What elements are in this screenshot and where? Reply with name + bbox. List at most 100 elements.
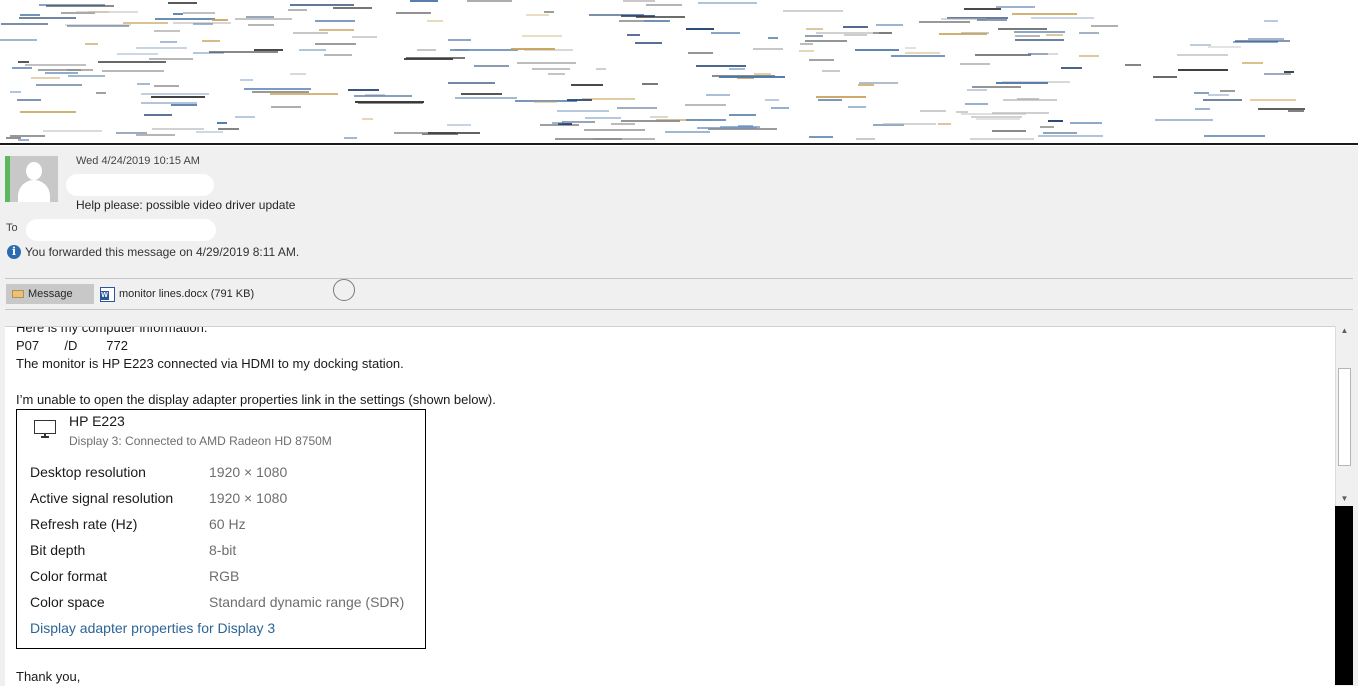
glitch-line xyxy=(18,61,29,63)
glitch-line xyxy=(123,22,168,24)
glitch-line xyxy=(729,114,756,116)
glitch-line xyxy=(905,47,916,49)
glitch-line xyxy=(427,20,443,22)
divider xyxy=(5,309,1353,310)
glitch-line xyxy=(235,116,255,118)
glitch-line xyxy=(136,134,175,136)
window-edge xyxy=(1353,326,1358,685)
glitch-line xyxy=(1091,25,1118,27)
attachment-name: monitor lines.docx (791 KB) xyxy=(119,288,255,300)
setting-label: Active signal resolution xyxy=(30,490,174,506)
glitch-line xyxy=(151,96,205,98)
glitch-line xyxy=(706,94,730,96)
glitch-line xyxy=(1032,53,1058,55)
glitch-line xyxy=(644,20,670,22)
glitch-line xyxy=(46,5,114,7)
glitch-line xyxy=(1288,110,1304,112)
glitch-line xyxy=(939,33,987,35)
glitch-line xyxy=(642,83,658,85)
glitch-line xyxy=(1079,55,1099,57)
display-adapter-link[interactable]: Display adapter properties for Display 3 xyxy=(30,620,275,636)
glitch-line xyxy=(98,61,166,63)
glitch-line xyxy=(977,19,1007,21)
glitch-line xyxy=(396,12,431,14)
glitch-line xyxy=(686,28,714,30)
envelope-icon xyxy=(12,290,24,298)
glitch-line xyxy=(1235,40,1290,42)
glitch-line xyxy=(344,137,357,139)
info-icon: i xyxy=(7,245,21,259)
glitch-line xyxy=(956,111,968,113)
glitch-line xyxy=(290,73,306,75)
body-line: P07 /D 772 xyxy=(16,338,128,353)
glitch-line xyxy=(31,77,60,79)
message-subject: Help please: possible video driver updat… xyxy=(76,198,296,212)
message-tab[interactable]: Message xyxy=(6,284,94,304)
glitch-line xyxy=(315,43,356,45)
glitch-line xyxy=(96,92,106,94)
glitch-line xyxy=(1258,108,1305,110)
glitch-line xyxy=(450,49,518,51)
glitch-line xyxy=(1178,69,1228,71)
glitch-line xyxy=(1079,32,1099,34)
glitch-line xyxy=(299,49,326,51)
glitch-line xyxy=(6,137,21,139)
glitch-line xyxy=(688,52,713,54)
glitch-line xyxy=(1017,98,1039,100)
glitch-line xyxy=(152,128,204,130)
glitch-line xyxy=(522,35,562,37)
setting-value: 60 Hz xyxy=(209,516,246,532)
glitch-line xyxy=(883,123,936,125)
glitch-line xyxy=(404,58,453,60)
glitch-line xyxy=(244,88,311,90)
glitch-line xyxy=(1264,20,1278,22)
glitch-line xyxy=(271,106,301,108)
glitch-line xyxy=(461,93,502,95)
glitch-line xyxy=(562,121,595,123)
glitch-line xyxy=(891,55,945,57)
scroll-down-icon[interactable]: ▼ xyxy=(1338,494,1351,504)
message-body[interactable]: Here is my computer information: P07 /D … xyxy=(5,326,1335,686)
glitch-line xyxy=(85,43,98,45)
glitch-line xyxy=(1242,62,1263,64)
glitch-line xyxy=(155,18,215,20)
glitch-line xyxy=(975,54,1031,56)
glitch-line xyxy=(1194,92,1209,94)
glitch-line xyxy=(765,99,779,101)
glitch-line xyxy=(25,64,86,66)
glitch-line xyxy=(822,70,840,72)
vertical-scrollbar[interactable]: ▲ ▼ xyxy=(1335,326,1353,506)
scrollbar-thumb[interactable] xyxy=(1338,368,1351,466)
glitch-line xyxy=(805,40,847,42)
glitch-line xyxy=(1070,122,1102,124)
message-tab-label: Message xyxy=(28,288,73,300)
glitch-line xyxy=(136,47,187,49)
glitch-line xyxy=(809,136,833,138)
glitch-line xyxy=(938,123,951,125)
body-line: Thank you, xyxy=(16,669,81,684)
glitch-line xyxy=(173,22,231,24)
setting-label: Color format xyxy=(30,568,108,584)
user-avatar-icon[interactable] xyxy=(10,156,58,202)
glitch-line xyxy=(141,93,209,95)
glitch-line xyxy=(1125,64,1141,66)
scroll-up-icon[interactable]: ▲ xyxy=(1338,326,1351,336)
glitch-line xyxy=(650,116,668,118)
glitch-line xyxy=(753,48,783,50)
glitch-line xyxy=(160,41,177,43)
glitch-line xyxy=(217,122,227,124)
glitch-line xyxy=(18,139,29,141)
glitch-line xyxy=(1208,94,1229,96)
glitch-line xyxy=(1177,54,1228,56)
glitch-line xyxy=(168,2,197,4)
glitch-line xyxy=(584,129,645,131)
glitch-line xyxy=(617,107,657,109)
glitch-line xyxy=(137,83,150,85)
glitch-line xyxy=(270,93,338,95)
glitch-line xyxy=(596,68,606,70)
glitch-line xyxy=(428,132,480,134)
glitch-line xyxy=(202,40,220,42)
setting-label: Bit depth xyxy=(30,542,86,558)
glitch-line xyxy=(843,26,868,28)
glitch-line xyxy=(636,16,685,18)
